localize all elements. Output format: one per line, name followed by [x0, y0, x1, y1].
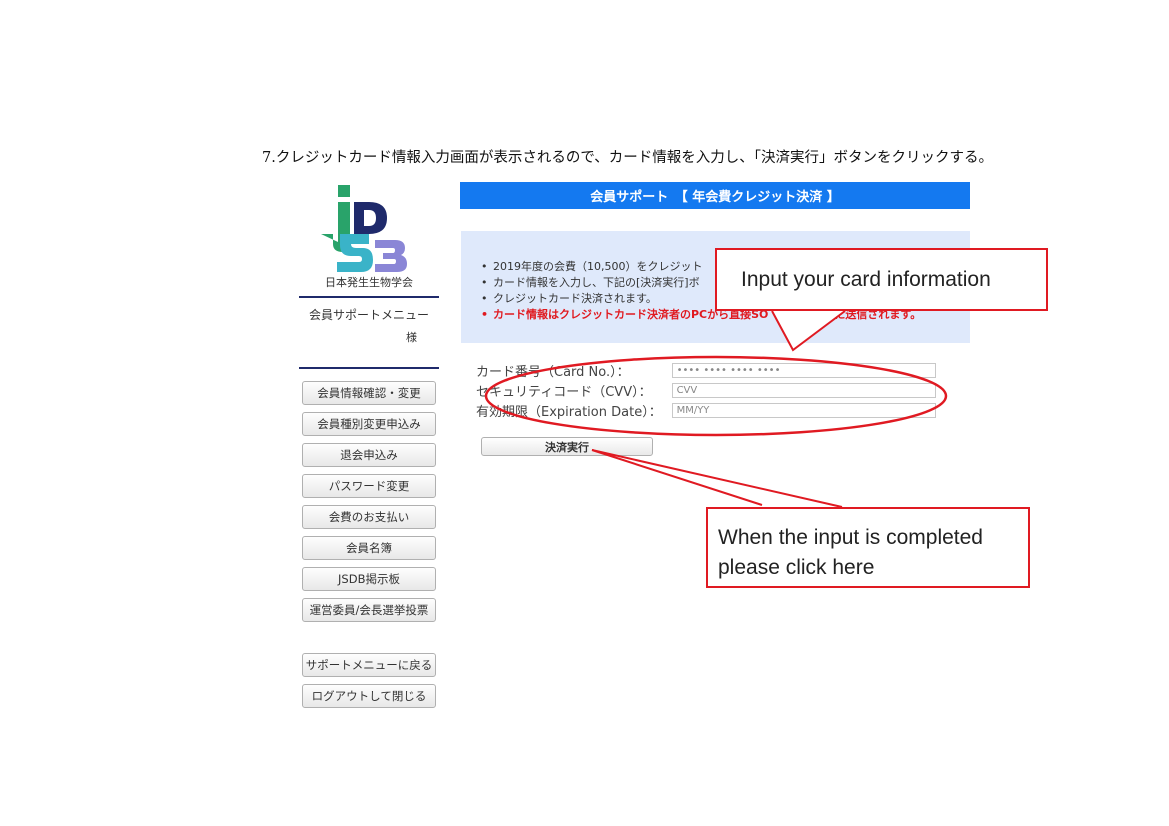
menu-member-directory-button[interactable]: 会員名簿	[302, 536, 436, 560]
page-header: 会員サポート 【 年会費クレジット決済 】	[460, 182, 970, 209]
menu-fee-payment-button[interactable]: 会費のお支払い	[302, 505, 436, 529]
user-honorific: 様	[406, 331, 417, 344]
execute-payment-button[interactable]: 決済実行	[481, 437, 653, 456]
callout-click-here: When the input is completed please click…	[706, 507, 1030, 588]
callout-input-card-text: Input your card information	[741, 268, 991, 291]
cvv-label: セキュリティコード（CVV）：	[476, 384, 652, 400]
callout2-pointer	[591, 449, 843, 508]
card-number-input[interactable]: •••• •••• •••• ••••	[671, 362, 936, 378]
callout-input-card: Input your card information	[715, 248, 1048, 311]
menu-election-vote-button[interactable]: 運営委員/会長選挙投票	[302, 598, 436, 622]
cvv-row: セキュリティコード（CVV）： CVV	[476, 380, 936, 400]
card-form: カード番号（Card No.）： •••• •••• •••• •••• セキュ…	[476, 360, 936, 420]
jsdb-logo-icon	[321, 185, 407, 272]
org-name: 日本発生生物学会	[325, 276, 413, 289]
divider	[299, 296, 439, 298]
callout-click-line1: When the input is completed	[718, 526, 983, 549]
instruction-caption: 7.クレジットカード情報入力画面が表示されるので、カード情報を入力し、「決済実行…	[262, 150, 993, 166]
card-number-label: カード番号（Card No.）：	[476, 364, 630, 380]
callout-click-line2: please click here	[718, 556, 875, 579]
cvv-input[interactable]: CVV	[671, 382, 936, 398]
menu-member-type-change-button[interactable]: 会員種別変更申込み	[302, 412, 436, 436]
card-number-row: カード番号（Card No.）： •••• •••• •••• ••••	[476, 360, 936, 380]
divider	[299, 367, 439, 369]
menu-withdrawal-button[interactable]: 退会申込み	[302, 443, 436, 467]
jsdb-logo	[299, 182, 439, 272]
menu-password-change-button[interactable]: パスワード変更	[302, 474, 436, 498]
logout-button[interactable]: ログアウトして閉じる	[302, 684, 436, 708]
menu-member-info-button[interactable]: 会員情報確認・変更	[302, 381, 436, 405]
menu-title: 会員サポートメニュー	[308, 308, 429, 322]
back-to-menu-button[interactable]: サポートメニューに戻る	[302, 653, 436, 677]
menu-bulletin-board-button[interactable]: JSDB掲示板	[302, 567, 436, 591]
expiration-input[interactable]: MM/YY	[671, 402, 936, 418]
expiration-row: 有効期限（Expiration Date）： MM/YY	[476, 400, 936, 420]
expiration-label: 有効期限（Expiration Date）：	[476, 404, 662, 420]
sidebar: 日本発生生物学会 会員サポートメニュー 様 会員情報確認・変更 会員種別変更申込…	[299, 182, 439, 715]
